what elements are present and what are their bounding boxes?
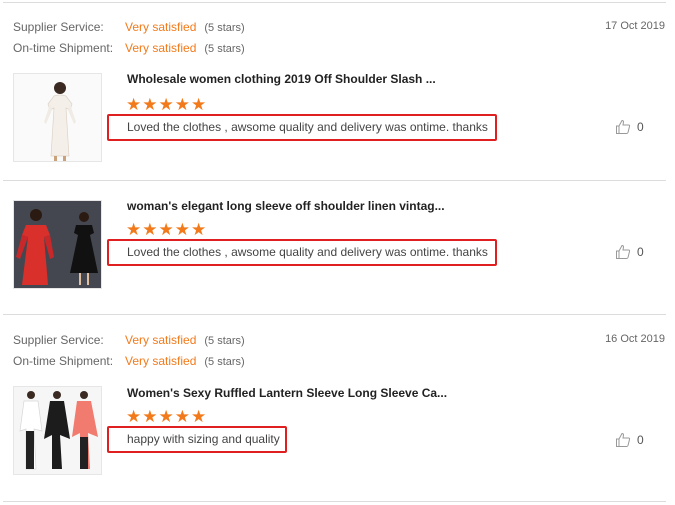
star-icon: ★	[158, 220, 174, 239]
product-thumbnail[interactable]	[13, 386, 102, 475]
shipment-value: Very satisfied	[125, 354, 197, 368]
like-count: 0	[637, 433, 644, 447]
divider	[3, 501, 666, 502]
thumbs-up-icon	[616, 432, 631, 447]
star-icon: ★	[142, 95, 158, 114]
supplier-service-value: Very satisfied	[125, 20, 197, 34]
like-button[interactable]: 0	[615, 244, 644, 260]
star-icon: ★	[174, 95, 190, 114]
review-date: 17 Oct 2019	[605, 20, 665, 32]
supplier-service-stars: (5 stars)	[204, 22, 245, 34]
star-icon: ★	[126, 220, 142, 239]
like-button[interactable]: 0	[615, 432, 644, 448]
shipment-row: On-time Shipment: Very satisfied (5 stars)	[13, 354, 245, 370]
star-icon: ★	[191, 407, 207, 426]
product-thumbnail[interactable]	[13, 73, 102, 162]
star-icon: ★	[191, 95, 207, 114]
divider	[3, 2, 666, 3]
star-rating: ★ ★ ★ ★ ★	[126, 96, 206, 114]
thumbs-up-icon	[616, 119, 631, 134]
star-icon: ★	[142, 407, 158, 426]
supplier-service-row: Supplier Service: Very satisfied (5 stars)	[13, 20, 245, 36]
star-icon: ★	[191, 220, 207, 239]
star-icon: ★	[126, 407, 142, 426]
shipment-value: Very satisfied	[125, 41, 197, 55]
star-icon: ★	[126, 95, 142, 114]
product-title[interactable]: woman's elegant long sleeve off shoulder…	[127, 199, 445, 213]
star-icon: ★	[142, 220, 158, 239]
star-icon: ★	[158, 95, 174, 114]
review-date: 16 Oct 2019	[605, 333, 665, 345]
product-title[interactable]: Wholesale women clothing 2019 Off Should…	[127, 72, 436, 86]
supplier-service-stars: (5 stars)	[204, 335, 245, 347]
shipment-row: On-time Shipment: Very satisfied (5 stars)	[13, 41, 245, 57]
review-text: happy with sizing and quality	[107, 426, 287, 453]
star-icon: ★	[174, 407, 190, 426]
supplier-service-row: Supplier Service: Very satisfied (5 stars)	[13, 333, 245, 349]
shipment-label: On-time Shipment:	[13, 41, 114, 55]
shipment-stars: (5 stars)	[204, 43, 245, 55]
supplier-service-value: Very satisfied	[125, 333, 197, 347]
thumbs-up-icon	[616, 244, 631, 259]
like-count: 0	[637, 245, 644, 259]
star-icon: ★	[158, 407, 174, 426]
review-text: Loved the clothes , awsome quality and d…	[107, 239, 497, 266]
product-title[interactable]: Women's Sexy Ruffled Lantern Sleeve Long…	[127, 386, 447, 400]
product-thumbnail[interactable]	[13, 200, 102, 289]
divider	[3, 314, 666, 315]
shipment-label: On-time Shipment:	[13, 354, 114, 368]
shipment-stars: (5 stars)	[204, 356, 245, 368]
star-rating: ★ ★ ★ ★ ★	[126, 221, 206, 239]
star-icon: ★	[174, 220, 190, 239]
review-text: Loved the clothes , awsome quality and d…	[107, 114, 497, 141]
supplier-service-label: Supplier Service:	[13, 20, 104, 34]
supplier-service-label: Supplier Service:	[13, 333, 104, 347]
like-count: 0	[637, 120, 644, 134]
divider	[3, 180, 666, 181]
like-button[interactable]: 0	[615, 119, 644, 135]
star-rating: ★ ★ ★ ★ ★	[126, 408, 206, 426]
